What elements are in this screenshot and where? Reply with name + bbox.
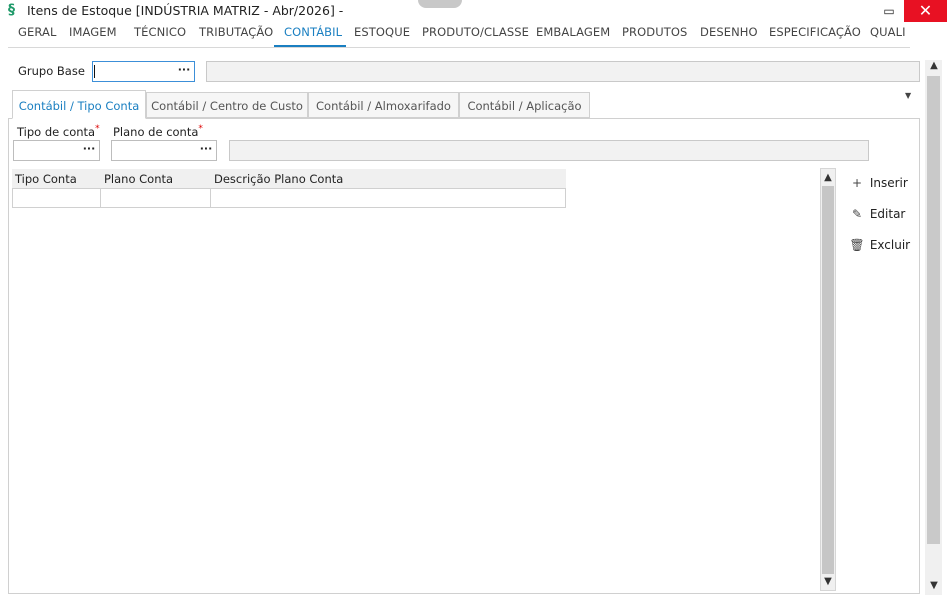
subtab-aplicacao[interactable]: Contábil / Aplicação [459,92,590,118]
trash-icon: 🗑 [849,238,865,252]
page-scroll-up-icon[interactable]: ▲ [926,58,942,74]
window-title: Itens de Estoque [INDÚSTRIA MATRIZ - Abr… [27,3,344,18]
tab-desenho[interactable]: DESENHO [700,25,758,39]
minimize-button[interactable]: ▭ [878,2,900,20]
tab-estoque[interactable]: ESTOQUE [354,25,410,39]
tab-tributacao[interactable]: TRIBUTAÇÃO [199,25,273,39]
subtab-centro-custo[interactable]: Contábil / Centro de Custo [146,92,308,118]
tab-overflow-icon[interactable]: ▼ [905,91,919,103]
lookup-icon[interactable]: ··· [198,142,214,158]
grid-header: Tipo Conta Plano Conta Descrição Plano C… [12,169,566,188]
subtab-tipo-conta[interactable]: Contábil / Tipo Conta [12,90,146,119]
plano-conta-label: Plano de conta* [113,124,203,139]
column-header-tipo-conta[interactable]: Tipo Conta [15,172,77,186]
page-scroll-down-icon[interactable]: ▼ [926,578,942,594]
app-logo-icon: § [8,2,15,18]
close-icon: ✕ [918,1,933,20]
scroll-up-icon[interactable]: ▲ [820,170,836,186]
required-mark: * [95,124,100,134]
minimize-icon: ▭ [883,4,895,18]
lookup-icon[interactable]: ··· [176,63,192,79]
active-tab-indicator [274,45,346,47]
delete-label: Excluir [869,238,911,252]
tab-produtos[interactable]: PRODUTOS [622,25,687,39]
grid-cell[interactable] [210,188,566,208]
insert-label: Inserir [869,176,908,190]
tipo-conta-input[interactable]: ··· [13,140,100,161]
edit-document-icon: ✎ [851,207,863,221]
plano-conta-input[interactable]: ··· [111,140,217,161]
tab-contabil[interactable]: CONTÁBIL [284,25,342,39]
tab-produto-classe[interactable]: PRODUTO/CLASSE [422,25,529,39]
lookup-icon[interactable]: ··· [81,142,97,158]
grid-cell[interactable] [100,188,211,208]
tab-imagem[interactable]: IMAGEM [69,25,117,39]
tab-embalagem[interactable]: EMBALAGEM [536,25,610,39]
drag-handle[interactable] [418,0,462,8]
grid-cell[interactable] [12,188,101,208]
page-scrollbar-thumb[interactable] [927,76,940,544]
required-mark: * [198,124,203,134]
plus-icon: + [851,176,863,190]
column-header-plano-conta[interactable]: Plano Conta [104,172,173,186]
subtab-almoxarifado[interactable]: Contábil / Almoxarifado [308,92,459,118]
grupo-base-label: Grupo Base [18,64,85,78]
tab-qualidade[interactable]: QUALI [870,25,906,39]
edit-label: Editar [869,207,906,221]
plano-conta-description [229,140,869,161]
tab-tecnico[interactable]: TÉCNICO [134,25,186,39]
grupo-base-description [206,61,920,82]
main-tab-bar: GERAL IMAGEM TÉCNICO TRIBUTAÇÃO CONTÁBIL… [8,22,910,48]
grupo-base-input[interactable]: ··· [92,61,195,82]
scroll-down-icon[interactable]: ▼ [820,574,836,590]
grid-scrollbar-thumb[interactable] [822,186,834,574]
close-button[interactable]: ✕ [904,0,947,22]
tab-geral[interactable]: GERAL [18,25,56,39]
edit-button[interactable]: ✎ Editar [848,207,905,227]
tipo-conta-label: Tipo de conta* [17,124,100,139]
tab-especificacao[interactable]: ESPECIFICAÇÃO [769,25,861,39]
insert-button[interactable]: + Inserir [848,176,908,196]
column-header-descricao[interactable]: Descrição Plano Conta [214,172,343,186]
text-cursor [94,65,95,78]
delete-button[interactable]: 🗑 Excluir [848,238,910,258]
